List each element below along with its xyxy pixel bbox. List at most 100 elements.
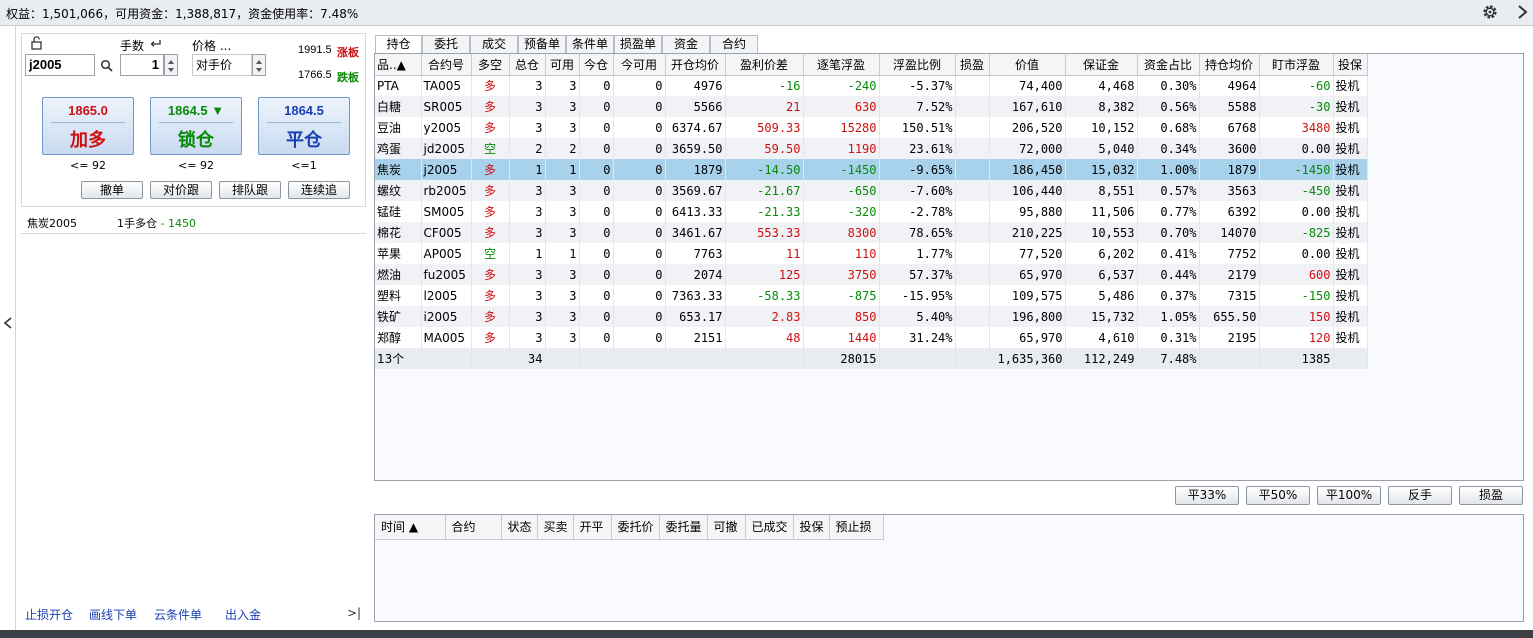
total-col-hedge <box>1333 348 1368 369</box>
cell-col-product: 鸡蛋 <box>375 138 422 159</box>
table-row[interactable]: 郑醇 MA005 多 3 3 0 0 2151 48 1440 31.24% 65,970 4,610 0… <box>375 327 1368 348</box>
header-col-open-avg[interactable]: 开仓均价 <box>665 54 726 76</box>
price-stepper[interactable] <box>252 54 266 76</box>
table-row[interactable]: 燃油 fu2005 多 3 3 0 0 2074 125 3750 57.37% 65,970 6,53… <box>375 264 1368 285</box>
chevron-left-icon[interactable] <box>3 316 13 330</box>
header-order-pre-stop-loss[interactable]: 预止损 <box>829 515 884 540</box>
header-col-mtm-pl[interactable]: 盯市浮盈 <box>1259 54 1334 76</box>
header-order-open-close[interactable]: 开平 <box>573 515 612 540</box>
cell-col-available: 3 <box>545 180 580 201</box>
header-order-contract[interactable]: 合约 <box>445 515 502 540</box>
cell-col-margin: 15,032 <box>1065 159 1138 180</box>
table-row[interactable]: 苹果 AP005 空 1 1 0 0 7763 11 110 1.77% 77,520 6,202 0.4… <box>375 243 1368 264</box>
collapse-end-icon[interactable]: >| <box>347 606 361 620</box>
unlock-icon[interactable] <box>30 36 44 50</box>
header-col-price-diff[interactable]: 盈利价差 <box>725 54 804 76</box>
header-order-hedge[interactable]: 投保 <box>793 515 830 540</box>
cell-col-stop-profit <box>955 117 990 138</box>
left-collapse-strip[interactable] <box>0 26 16 630</box>
queue-follow-button[interactable]: 排队跟 <box>219 181 281 199</box>
table-row[interactable]: 豆油 y2005 多 3 3 0 0 6374.67 509.33 15280 150.51% 206… <box>375 117 1368 138</box>
qty-input[interactable]: 1 <box>120 54 164 76</box>
cell-col-open-avg: 3659.50 <box>665 138 726 159</box>
table-row[interactable]: 螺纹 rb2005 多 3 3 0 0 3569.67 -21.67 -650 -7.60% 106,… <box>375 180 1368 201</box>
deposit-withdraw-link[interactable]: 出入金 <box>225 606 261 623</box>
close-100-percent-button[interactable]: 平100% <box>1317 486 1381 505</box>
table-row[interactable]: 塑料 l2005 多 3 3 0 0 7363.33 -58.33 -875 -15.95% 109,… <box>375 285 1368 306</box>
header-col-hedge[interactable]: 投保 <box>1333 54 1368 76</box>
table-row[interactable]: 焦炭 j2005 多 1 1 0 0 1879 -14.50 -1450 -9.65% 186,450… <box>375 159 1368 180</box>
tab-conditional-orders[interactable]: 条件单 <box>566 35 614 53</box>
header-col-value[interactable]: 价值 <box>989 54 1066 76</box>
tab-stop-profit-orders[interactable]: 损盈单 <box>614 35 662 53</box>
header-col-available[interactable]: 可用 <box>545 54 580 76</box>
table-row[interactable]: 鸡蛋 jd2005 空 2 2 0 0 3659.50 59.50 1190 23.61% 72,00… <box>375 138 1368 159</box>
header-col-pl-ratio[interactable]: 浮盈比例 <box>879 54 956 76</box>
continuous-chase-button[interactable]: 连续追 <box>288 181 350 199</box>
positions-header-row: 品..▲ 合约号 多空 总仓 可用 今仓 今可用 开仓均价 盈利价差 逐笔浮盈 浮盈比例 损盈 价值 保证… <box>375 54 1368 76</box>
reverse-position-button[interactable]: 反手 <box>1388 486 1452 505</box>
header-order-status[interactable]: 状态 <box>501 515 538 540</box>
close-33-percent-button[interactable]: 平33% <box>1175 486 1239 505</box>
header-col-contract[interactable]: 合约号 <box>421 54 472 76</box>
add-long-button[interactable]: 1865.0 加多 <box>42 97 134 155</box>
qty-stepper[interactable] <box>164 54 178 76</box>
cell-col-margin: 4,468 <box>1065 75 1138 96</box>
counter-price-follow-button[interactable]: 对价跟 <box>150 181 212 199</box>
table-row[interactable]: PTA TA005 多 3 3 0 0 4976 -16 -240 -5.37% 74,400 4,46… <box>375 75 1368 96</box>
cell-col-today: 0 <box>579 117 614 138</box>
tab-contracts[interactable]: 合约 <box>710 35 758 53</box>
tab-funds[interactable]: 资金 <box>662 35 710 53</box>
table-row[interactable]: 铁矿 i2005 多 3 3 0 0 653.17 2.83 850 5.40% 196,800 15,… <box>375 306 1368 327</box>
header-col-total[interactable]: 总仓 <box>509 54 546 76</box>
cell-col-hold-avg: 3563 <box>1199 180 1260 201</box>
cell-col-today-available: 0 <box>613 96 666 117</box>
return-icon[interactable] <box>149 38 163 50</box>
search-icon[interactable] <box>100 59 113 72</box>
cell-col-mtm-pl: -30 <box>1259 96 1334 117</box>
total-col-contract <box>421 348 472 369</box>
cell-col-fund-ratio: 0.68% <box>1137 117 1200 138</box>
header-order-side[interactable]: 买卖 <box>537 515 574 540</box>
table-row[interactable]: 白糖 SR005 多 3 3 0 0 5566 21 630 7.52% 167,610 8,382 0.… <box>375 96 1368 117</box>
cloud-condition-order-link[interactable]: 云条件单 <box>154 606 202 623</box>
cell-col-today: 0 <box>579 138 614 159</box>
header-col-trade-pl[interactable]: 逐笔浮盈 <box>803 54 880 76</box>
contract-input[interactable]: j2005 <box>25 54 95 76</box>
close-position-button[interactable]: 1864.5 平仓 <box>258 97 350 155</box>
header-col-today-available[interactable]: 今可用 <box>613 54 666 76</box>
gear-icon[interactable] <box>1481 3 1499 21</box>
header-order-time[interactable]: 时间 ▲ <box>375 515 446 540</box>
cell-col-available: 3 <box>545 75 580 96</box>
lock-position-button[interactable]: 1864.5 ▼ 锁仓 <box>150 97 242 155</box>
header-col-stop-profit[interactable]: 损盈 <box>955 54 990 76</box>
cell-col-open-avg: 3461.67 <box>665 222 726 243</box>
header-order-order-qty[interactable]: 委托量 <box>659 515 708 540</box>
cancel-order-button[interactable]: 撤单 <box>81 181 143 199</box>
tab-prepared-orders[interactable]: 预备单 <box>518 35 566 53</box>
header-col-margin[interactable]: 保证金 <box>1065 54 1138 76</box>
table-row[interactable]: 锰硅 SM005 多 3 3 0 0 6413.33 -21.33 -320 -2.78% 95,88… <box>375 201 1368 222</box>
cell-col-stop-profit <box>955 264 990 285</box>
chevron-right-icon[interactable] <box>1515 3 1531 21</box>
tab-orders[interactable]: 委托 <box>422 35 470 53</box>
header-col-hold-avg[interactable]: 持仓均价 <box>1199 54 1260 76</box>
header-col-direction[interactable]: 多空 <box>471 54 510 76</box>
tab-positions[interactable]: 持仓 <box>375 35 422 54</box>
table-row[interactable]: 棉花 CF005 多 3 3 0 0 3461.67 553.33 8300 78.65% 210,2… <box>375 222 1368 243</box>
cell-col-open-avg: 2074 <box>665 264 726 285</box>
header-col-today[interactable]: 今仓 <box>579 54 614 76</box>
header-order-cancelable[interactable]: 可撤 <box>707 515 746 540</box>
cell-col-price-diff: -16 <box>725 75 804 96</box>
close-50-percent-button[interactable]: 平50% <box>1246 486 1310 505</box>
draw-line-order-link[interactable]: 画线下单 <box>89 606 137 623</box>
header-order-order-price[interactable]: 委托价 <box>611 515 660 540</box>
header-col-fund-ratio[interactable]: 资金占比 <box>1137 54 1200 76</box>
stop-profit-button[interactable]: 损盈 <box>1459 486 1523 505</box>
header-col-product[interactable]: 品..▲ <box>375 54 422 76</box>
header-order-filled[interactable]: 已成交 <box>745 515 794 540</box>
stop-loss-open-link[interactable]: 止损开仓 <box>25 606 73 623</box>
price-type-input[interactable]: 对手价 <box>192 54 252 76</box>
tab-trades[interactable]: 成交 <box>470 35 518 53</box>
cell-col-margin: 11,506 <box>1065 201 1138 222</box>
